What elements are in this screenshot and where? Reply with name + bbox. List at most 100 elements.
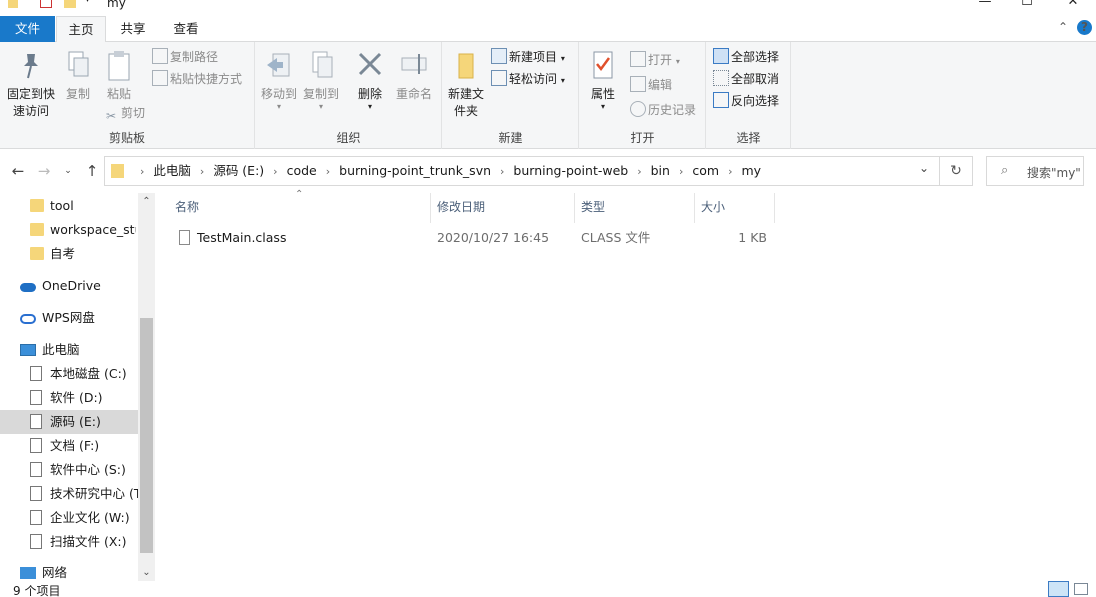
drive-icon [30,438,42,453]
nav-item-drive-t[interactable]: 技术研究中心 (T [30,482,138,506]
details-view-icon[interactable] [1048,581,1069,597]
column-header-type[interactable]: 类型 [575,193,695,223]
forward-arrow-icon[interactable]: → [35,162,53,180]
new-item-button[interactable]: 新建项目 ▾ [491,47,565,67]
address-bar[interactable]: › 此电脑 › 源码 (E:) › code › burning-point_trunk_sv… [104,156,940,186]
nav-item-drive-s[interactable]: 软件中心 (S:) [30,458,138,482]
open-group: 属性 ▾ 打开 ▾ 编辑 历史记录 打开 [580,42,706,149]
properties-button[interactable]: 属性 ▾ [588,48,618,111]
new-folder-button[interactable]: 新建文件夹 [447,48,485,120]
copy-path-button[interactable]: 复制路径 [152,47,218,67]
refresh-icon[interactable]: ↻ [940,156,973,186]
large-icons-view-icon[interactable] [1074,583,1088,595]
tab-share[interactable]: 共享 [108,16,158,42]
file-modified: 2020/10/27 16:45 [437,230,550,245]
copy-to-button[interactable]: 复制到 ▾ [300,48,342,111]
scroll-up-icon[interactable]: ⌃ [138,196,155,207]
nav-item-label: 网络 [42,565,68,580]
tab-home[interactable]: 主页 [56,16,106,43]
breadcrumb-item[interactable]: 源码 (E:) [213,157,264,185]
nav-item-drive-d[interactable]: 软件 (D:) [30,386,138,410]
scrollbar-thumb[interactable] [140,318,153,553]
breadcrumb-item[interactable]: code [287,157,317,185]
new-folder-quick-icon[interactable] [64,0,76,8]
breadcrumb-item[interactable]: bin [651,157,670,185]
quick-access-dropdown-icon[interactable]: ▾ [85,0,90,6]
rename-button[interactable]: 重命名 [392,48,436,103]
breadcrumb-separator-icon[interactable]: › [273,158,277,186]
nav-item-workspace[interactable]: workspace_stu [30,218,136,242]
breadcrumb-item[interactable]: burning-point_trunk_svn [339,157,491,185]
nav-item-label: 软件 (D:) [50,390,103,405]
breadcrumb-item[interactable]: my [741,157,761,185]
breadcrumb-item[interactable]: burning-point-web [513,157,628,185]
nav-item-onedrive[interactable]: OneDrive [20,274,136,298]
open-button[interactable]: 打开 ▾ [630,50,680,70]
column-header-name[interactable]: 名称 [169,193,431,223]
minimize-icon[interactable]: — [975,0,995,9]
edit-button[interactable]: 编辑 [630,75,672,95]
select-all-button[interactable]: 全部选择 [713,47,779,67]
column-header-modified[interactable]: 修改日期 [431,193,575,223]
help-icon[interactable]: ? [1077,20,1092,35]
history-button[interactable]: 历史记录 [630,100,696,120]
address-dropdown-icon[interactable]: ⌄ [919,161,929,175]
move-to-button[interactable]: 移动到 ▾ [258,48,300,111]
nav-item-wps[interactable]: WPS网盘 [20,306,136,330]
new-item-icon [491,48,507,64]
breadcrumb-separator-icon[interactable]: › [140,158,144,186]
drive-icon [30,414,42,429]
nav-scrollbar[interactable]: ⌃ ⌄ [138,193,155,581]
back-arrow-icon[interactable]: ← [9,162,27,180]
paste-button[interactable]: 粘贴 [102,48,136,103]
edit-label: 编辑 [648,78,673,92]
properties-quick-icon[interactable] [40,0,52,8]
breadcrumb-separator-icon[interactable]: › [728,158,732,186]
delete-button[interactable]: 删除 ▾ [352,48,388,111]
invert-selection-button[interactable]: 反向选择 [713,91,779,111]
folder-icon [30,199,44,212]
nav-item-label: 扫描文件 (X:) [50,534,127,549]
nav-item-tool[interactable]: tool [30,194,136,218]
breadcrumb-item[interactable]: 此电脑 [153,157,191,185]
pin-quick-access-button[interactable]: 固定到快速访问 [4,48,58,120]
nav-item-drive-c[interactable]: 本地磁盘 (C:) [30,362,138,386]
breadcrumb-separator-icon[interactable]: › [500,158,504,186]
easy-access-button[interactable]: 轻松访问 ▾ [491,69,565,89]
maximize-icon[interactable]: ☐ [1017,0,1037,9]
tab-file[interactable]: 文件 [0,16,55,42]
cut-button[interactable]: ✂ 剪切 [103,103,145,123]
select-none-button[interactable]: 全部取消 [713,69,779,89]
status-bar: 9 个项目 [0,581,1096,597]
breadcrumb-separator-icon[interactable]: › [679,158,683,186]
breadcrumb-separator-icon[interactable]: › [326,158,330,186]
network-icon [20,567,36,579]
recent-locations-chevron-icon[interactable]: ⌄ [59,166,77,176]
breadcrumb: › 此电脑 › 源码 (E:) › code › burning-point_trunk_sv… [131,157,761,185]
nav-item-drive-w[interactable]: 企业文化 (W:) [30,506,138,530]
tab-view[interactable]: 查看 [161,16,211,42]
nav-item-this-pc[interactable]: 此电脑 [20,338,136,362]
nav-item-zikao[interactable]: 自考 [30,242,136,266]
copy-path-icon [152,48,168,64]
breadcrumb-separator-icon[interactable]: › [200,158,204,186]
nav-item-drive-x[interactable]: 扫描文件 (X:) [30,530,138,554]
paste-shortcut-button[interactable]: 粘贴快捷方式 [152,69,242,89]
column-header-size[interactable]: 大小 [695,193,775,223]
close-icon[interactable]: ✕ [1063,0,1083,9]
nav-item-drive-f[interactable]: 文档 (F:) [30,434,138,458]
search-input[interactable]: ⌕ 搜索"my" [986,156,1084,186]
invert-selection-icon [713,92,729,108]
open-icon [630,51,646,67]
select-group: 全部选择 全部取消 反向选择 选择 [707,42,791,149]
breadcrumb-item[interactable]: com [692,157,719,185]
breadcrumb-separator-icon[interactable]: › [637,158,641,186]
wps-cloud-icon [20,314,36,324]
nav-item-drive-e[interactable]: 源码 (E:) [0,410,138,434]
file-size: 1 KB [738,230,767,245]
copy-button[interactable]: 复制 [62,48,94,103]
scroll-down-icon[interactable]: ⌄ [138,567,155,578]
nav-item-label: 本地磁盘 (C:) [50,366,127,381]
up-arrow-icon[interactable]: ↑ [83,162,101,180]
collapse-ribbon-icon[interactable]: ⌃ [1058,20,1068,34]
